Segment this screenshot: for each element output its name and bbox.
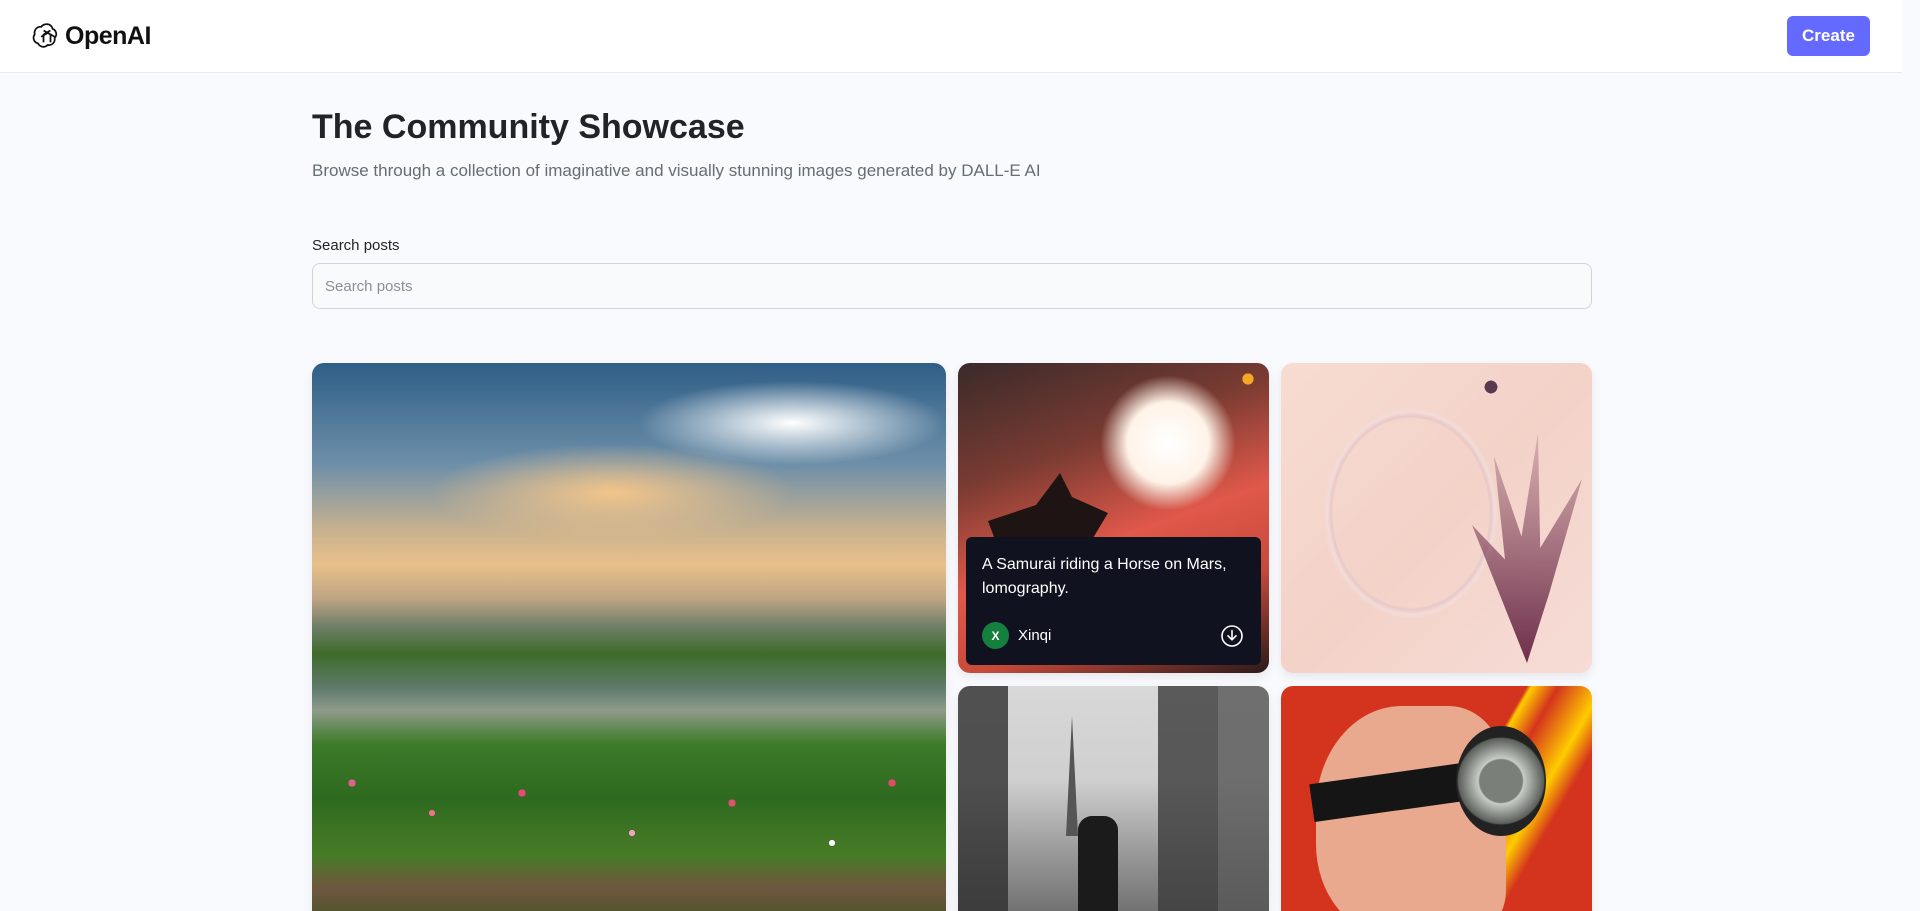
page-subtitle: Browse through a collection of imaginati… — [312, 161, 1041, 180]
post-prompt: A Samurai riding a Horse on Mars, lomogr… — [982, 556, 1227, 597]
post-image-pearls — [1281, 363, 1592, 673]
author-name: Xinqi — [1018, 627, 1052, 644]
author-avatar: X — [982, 622, 1009, 649]
search-input[interactable] — [312, 263, 1592, 309]
post-card-pearls[interactable] — [1281, 363, 1592, 673]
post-image-city — [958, 686, 1269, 911]
post-card-samurai[interactable]: A Samurai riding a Horse on Mars, lomogr… — [958, 363, 1269, 673]
download-button[interactable] — [1219, 623, 1245, 649]
top-navbar: OpenAI Create — [0, 0, 1902, 73]
post-image-hero — [1281, 686, 1592, 911]
download-icon — [1221, 624, 1243, 647]
post-card-hero[interactable] — [1281, 686, 1592, 911]
post-footer: X Xinqi — [982, 622, 1245, 649]
hero-headphone — [1456, 726, 1546, 836]
openai-logo[interactable]: OpenAI — [32, 21, 151, 51]
post-card-landscape[interactable] — [312, 363, 946, 911]
post-overlay: A Samurai riding a Horse on Mars, lomogr… — [966, 537, 1261, 665]
city-figure — [1078, 816, 1118, 911]
page-title: The Community Showcase — [312, 108, 745, 146]
openai-logo-icon — [32, 23, 58, 48]
post-card-city[interactable] — [958, 686, 1269, 911]
post-image-landscape — [312, 363, 946, 911]
brand-name: OpenAI — [65, 21, 151, 50]
search-label: Search posts — [312, 237, 400, 254]
create-button[interactable]: Create — [1787, 16, 1870, 56]
post-author: X Xinqi — [982, 622, 1051, 649]
main-content: The Community Showcase Browse through a … — [312, 73, 1592, 911]
